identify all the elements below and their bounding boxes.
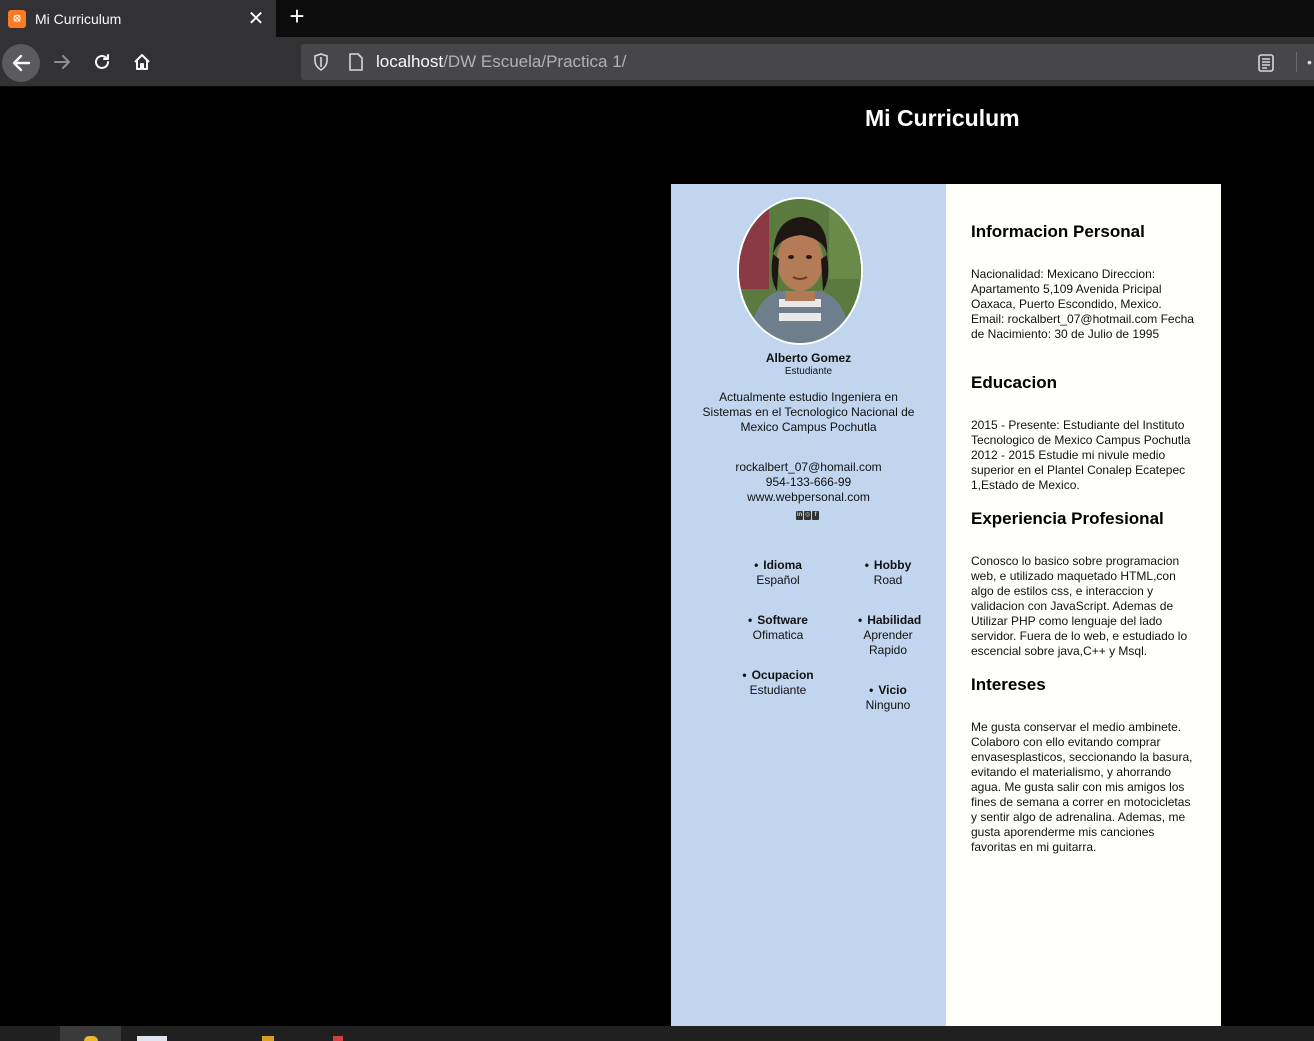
tab-mi-curriculum[interactable]: ⦻ Mi Curriculum ✕ bbox=[0, 0, 276, 37]
tracking-shield-icon[interactable] bbox=[311, 52, 331, 72]
profile-role: Estudiante bbox=[784, 366, 833, 377]
info-label: Ocupacion bbox=[723, 668, 833, 683]
taskbar-folder-icon[interactable] bbox=[262, 1036, 274, 1041]
taskbar bbox=[0, 1026, 1314, 1041]
url-text[interactable]: localhost/DW Escuela/Practica 1/ bbox=[376, 52, 626, 72]
contact-phone: 954-133-666-99 bbox=[765, 475, 852, 489]
info-label: Idioma bbox=[723, 558, 833, 573]
linkedin-icon[interactable]: in bbox=[796, 511, 803, 520]
url-bar[interactable]: localhost/DW Escuela/Practica 1/ • bbox=[301, 44, 1314, 80]
social-icons: in ◎ f bbox=[796, 511, 819, 520]
forward-button[interactable] bbox=[46, 46, 78, 78]
reader-view-icon[interactable] bbox=[1256, 53, 1276, 73]
url-path: /DW Escuela/Practica 1/ bbox=[443, 52, 627, 71]
new-tab-button[interactable]: + bbox=[284, 3, 310, 30]
section-title-educacion: Educacion bbox=[971, 373, 1057, 392]
info-label: Hobby bbox=[833, 558, 943, 573]
section-text-intereses: Me gusta conservar el medio ambinete. Co… bbox=[971, 720, 1193, 854]
profile-photo bbox=[739, 199, 861, 343]
back-button[interactable] bbox=[2, 44, 40, 82]
close-tab-icon[interactable]: ✕ bbox=[246, 9, 266, 29]
taskbar-active-app[interactable] bbox=[60, 1026, 121, 1041]
info-idioma: Idioma Español bbox=[723, 558, 833, 588]
reload-button[interactable] bbox=[86, 46, 118, 78]
navigation-toolbar: localhost/DW Escuela/Practica 1/ • bbox=[0, 37, 1314, 87]
xampp-favicon-icon: ⦻ bbox=[8, 9, 26, 28]
profile-column: Alberto Gomez Estudiante Actualmente est… bbox=[671, 184, 946, 1026]
tab-strip: ⦻ Mi Curriculum ✕ + bbox=[0, 0, 1314, 37]
url-host: localhost bbox=[376, 52, 444, 71]
reload-icon bbox=[95, 54, 109, 69]
contact-email: rockalbert_07@homail.com bbox=[735, 460, 882, 474]
info-software: Software Ofimatica bbox=[723, 613, 833, 643]
info-label: Software bbox=[723, 613, 833, 628]
info-value: Ninguno bbox=[865, 698, 911, 712]
info-habilidad: Habilidad Aprender Rapido bbox=[833, 613, 943, 658]
profile-summary: Actualmente estudio Ingeniera en Sistema… bbox=[702, 390, 915, 434]
page-title: Mi Curriculum bbox=[865, 105, 1020, 131]
section-title-experiencia: Experiencia Profesional bbox=[971, 509, 1164, 528]
tab-title: Mi Curriculum bbox=[35, 10, 122, 27]
back-arrow-icon bbox=[12, 54, 31, 72]
taskbar-app-icon[interactable] bbox=[333, 1036, 343, 1041]
instagram-icon[interactable]: ◎ bbox=[804, 511, 811, 520]
contact-website: www.webpersonal.com bbox=[747, 490, 870, 504]
home-button[interactable] bbox=[126, 46, 158, 78]
info-value: Español bbox=[756, 573, 800, 587]
forward-arrow-icon bbox=[54, 55, 70, 69]
info-hobby: Hobby Road bbox=[833, 558, 943, 588]
info-value: Road bbox=[873, 573, 903, 587]
taskbar-app-icon[interactable] bbox=[137, 1036, 167, 1041]
page-viewport: Mi Curriculum Alberto Gomez Estudiante A… bbox=[0, 88, 1314, 1026]
section-text-experiencia: Conosco lo basico sobre programacion web… bbox=[971, 554, 1188, 658]
details-column: Informacion Personal Nacionalidad: Mexic… bbox=[946, 184, 1221, 1026]
page-info-icon[interactable] bbox=[347, 52, 365, 72]
page-actions-icon[interactable]: • bbox=[1307, 54, 1312, 70]
info-value: Aprender Rapido bbox=[863, 628, 913, 657]
section-title-personal: Informacion Personal bbox=[971, 222, 1145, 241]
url-divider bbox=[1296, 52, 1297, 72]
section-text-personal: Nacionalidad: Mexicano Direccion: Aparta… bbox=[971, 267, 1194, 341]
info-value: Estudiante bbox=[749, 683, 807, 697]
info-vicio: Vicio Ninguno bbox=[833, 683, 943, 713]
contact-block: rockalbert_07@homail.com 954-133-666-99 … bbox=[671, 460, 946, 505]
facebook-icon[interactable]: f bbox=[812, 511, 819, 520]
section-text-educacion: 2015 - Presente: Estudiante del Institut… bbox=[971, 418, 1191, 492]
home-icon bbox=[134, 54, 150, 70]
info-label: Habilidad bbox=[858, 613, 921, 628]
profile-name: Alberto Gomez bbox=[765, 351, 852, 365]
info-ocupacion: Ocupacion Estudiante bbox=[723, 668, 833, 698]
section-title-intereses: Intereses bbox=[971, 675, 1046, 694]
info-value: Ofimatica bbox=[752, 628, 804, 642]
info-label: Vicio bbox=[833, 683, 943, 698]
taskbar-app-icon bbox=[84, 1036, 98, 1041]
avatar bbox=[737, 197, 863, 345]
